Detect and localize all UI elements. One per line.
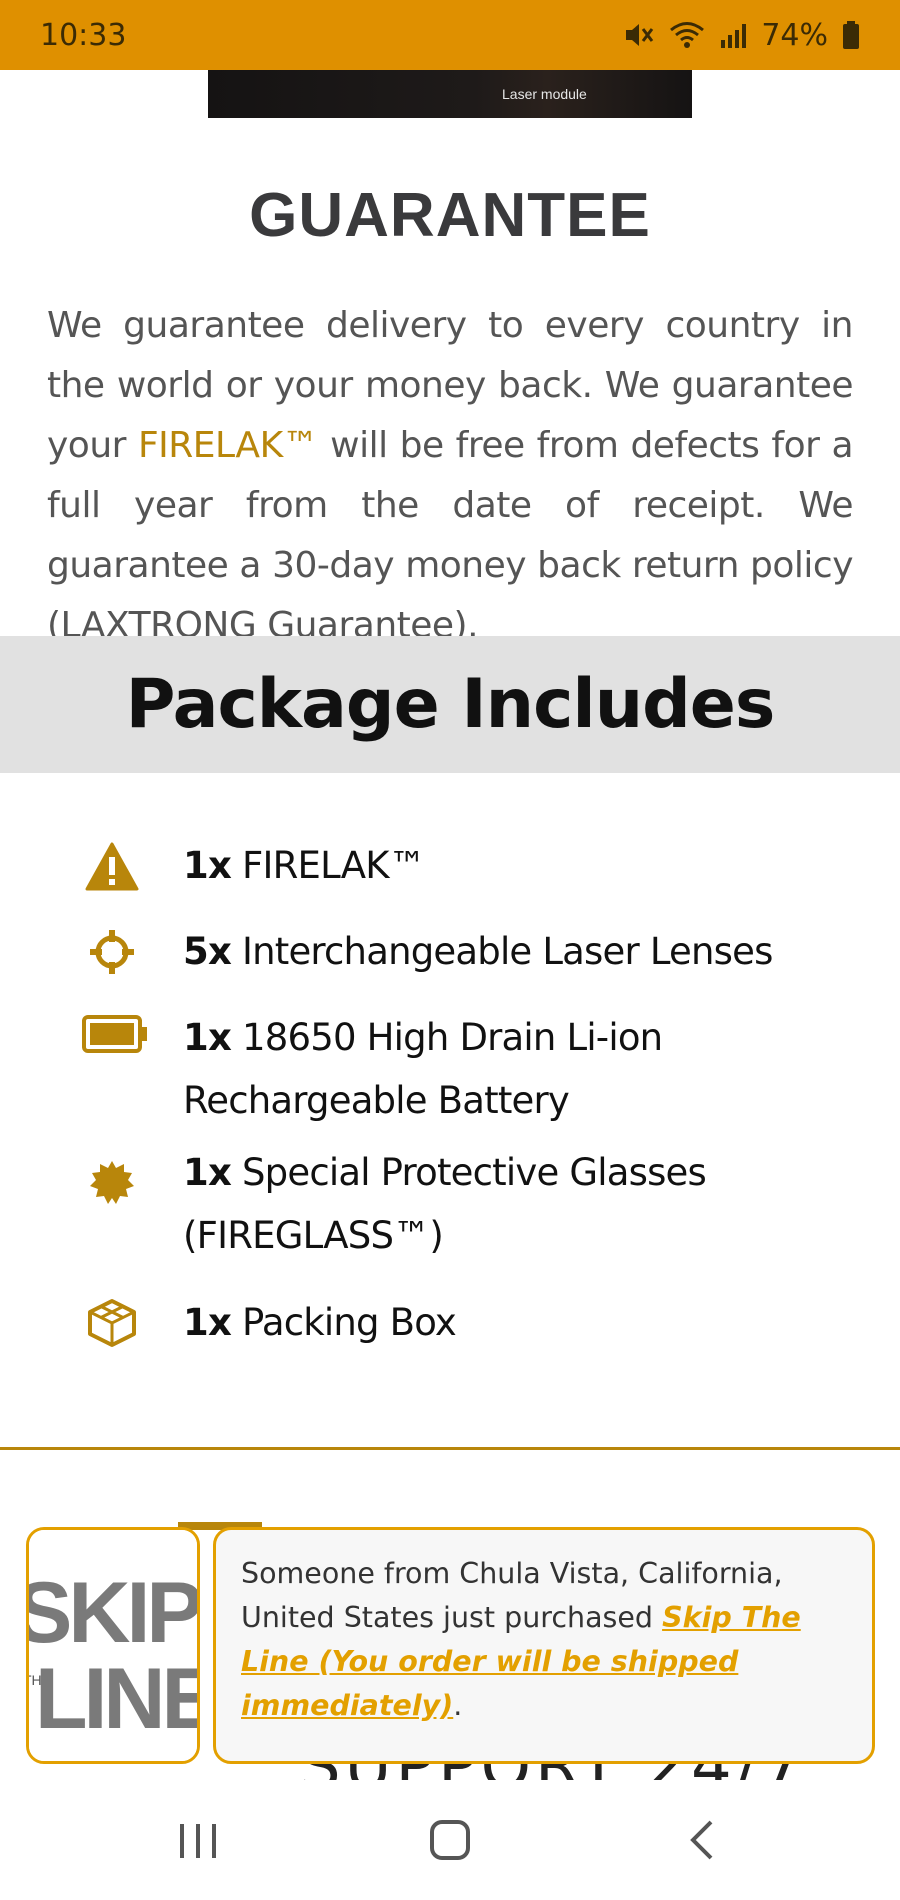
guarantee-text: We guarantee delivery to every country i… [47, 296, 854, 656]
certificate-icon [80, 1151, 144, 1215]
home-icon [430, 1820, 470, 1860]
signal-icon [719, 20, 747, 50]
list-item-text: 1x FIRELAK™ [183, 834, 883, 897]
item-qty: 5x [183, 930, 232, 973]
list-item-text: 1x Packing Box [183, 1291, 883, 1354]
battery-icon [842, 21, 860, 49]
crosshair-icon [80, 920, 144, 984]
item-qty: 1x [183, 1151, 232, 1194]
item-qty: 1x [183, 1301, 232, 1344]
item-qty: 1x [183, 1016, 232, 1059]
list-item-text: 1x 18650 High Drain Li-ion Rechargeable … [183, 1006, 883, 1132]
warning-icon [80, 835, 144, 899]
back-button[interactable] [642, 1780, 762, 1900]
battery-full-icon [80, 1002, 150, 1066]
purchase-notification[interactable]: Someone from Chula Vista, California, Un… [213, 1527, 875, 1764]
package-includes-banner: Package Includes [0, 636, 900, 773]
back-icon [690, 1820, 713, 1860]
box-icon [80, 1291, 144, 1355]
status-time: 10:33 [40, 17, 127, 53]
item-label: Packing Box [241, 1301, 457, 1344]
item-label: Special Protective Glasses (FIREGLASS™) [183, 1151, 707, 1257]
item-qty: 1x [183, 844, 232, 887]
item-label: FIRELAK™ [241, 844, 426, 887]
laser-module-image: Laser module [208, 70, 692, 118]
notification-suffix: . [453, 1689, 463, 1722]
popup-product-thumbnail[interactable]: SKIP THE LINE [26, 1527, 200, 1764]
recent-apps-button[interactable] [138, 1780, 258, 1900]
navigation-bar [0, 1780, 900, 1900]
home-button[interactable] [390, 1780, 510, 1900]
thumb-text-top: SKIP [29, 1565, 197, 1661]
guarantee-title: GUARANTEE [249, 181, 651, 250]
list-item-text: 5x Interchangeable Laser Lenses [183, 920, 883, 983]
wifi-icon [669, 20, 705, 50]
recent-apps-icon [180, 1824, 216, 1858]
thumb-text-bottom: LINE [35, 1651, 197, 1747]
battery-text: 74% [761, 17, 828, 53]
status-icons: 74% [623, 18, 860, 53]
mute-icon [623, 20, 655, 50]
list-item-text: 1x Special Protective Glasses (FIREGLASS… [183, 1141, 883, 1267]
image-caption: Laser module [502, 86, 587, 102]
section-divider [0, 1447, 900, 1450]
brand-name: FIRELAK™ [137, 425, 319, 466]
item-label: 18650 High Drain Li-ion Rechargeable Bat… [183, 1016, 663, 1122]
status-bar: 10:33 74% [0, 0, 900, 70]
item-label: Interchangeable Laser Lenses [241, 930, 773, 973]
package-includes-title: Package Includes [125, 665, 776, 744]
